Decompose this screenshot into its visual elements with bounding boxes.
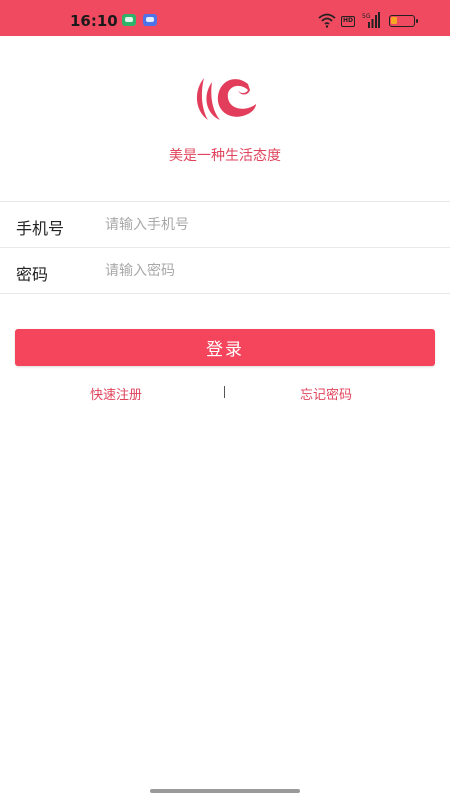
login-button[interactable]: 登录 [15, 329, 435, 366]
password-label: 密码 [16, 265, 49, 284]
password-input[interactable] [105, 256, 435, 286]
hd-badge-icon: HD [341, 16, 355, 27]
wifi-icon [318, 13, 336, 28]
battery-level [391, 17, 397, 24]
message-notification-icon [122, 14, 136, 26]
phone-row: 手机号 [0, 202, 450, 248]
divider [0, 293, 450, 294]
battery-icon [389, 15, 418, 27]
signal-icon: 5G [362, 12, 380, 28]
chat-notification-icon [143, 14, 157, 26]
password-row: 密码 [0, 248, 450, 294]
register-link[interactable]: 快速注册 [90, 384, 142, 403]
slogan-text: 美是一种生活态度 [169, 148, 281, 164]
signal-label: 5G [362, 13, 371, 20]
phone-label: 手机号 [16, 219, 65, 238]
brand-logo-icon [196, 78, 256, 120]
forgot-password-link[interactable]: 忘记密码 [300, 384, 352, 403]
status-bar: 16:10 HD 5G [0, 0, 450, 36]
phone-input[interactable] [105, 210, 435, 240]
home-indicator[interactable] [150, 789, 300, 793]
status-time: 16:10 [70, 12, 118, 30]
link-separator [224, 386, 225, 398]
